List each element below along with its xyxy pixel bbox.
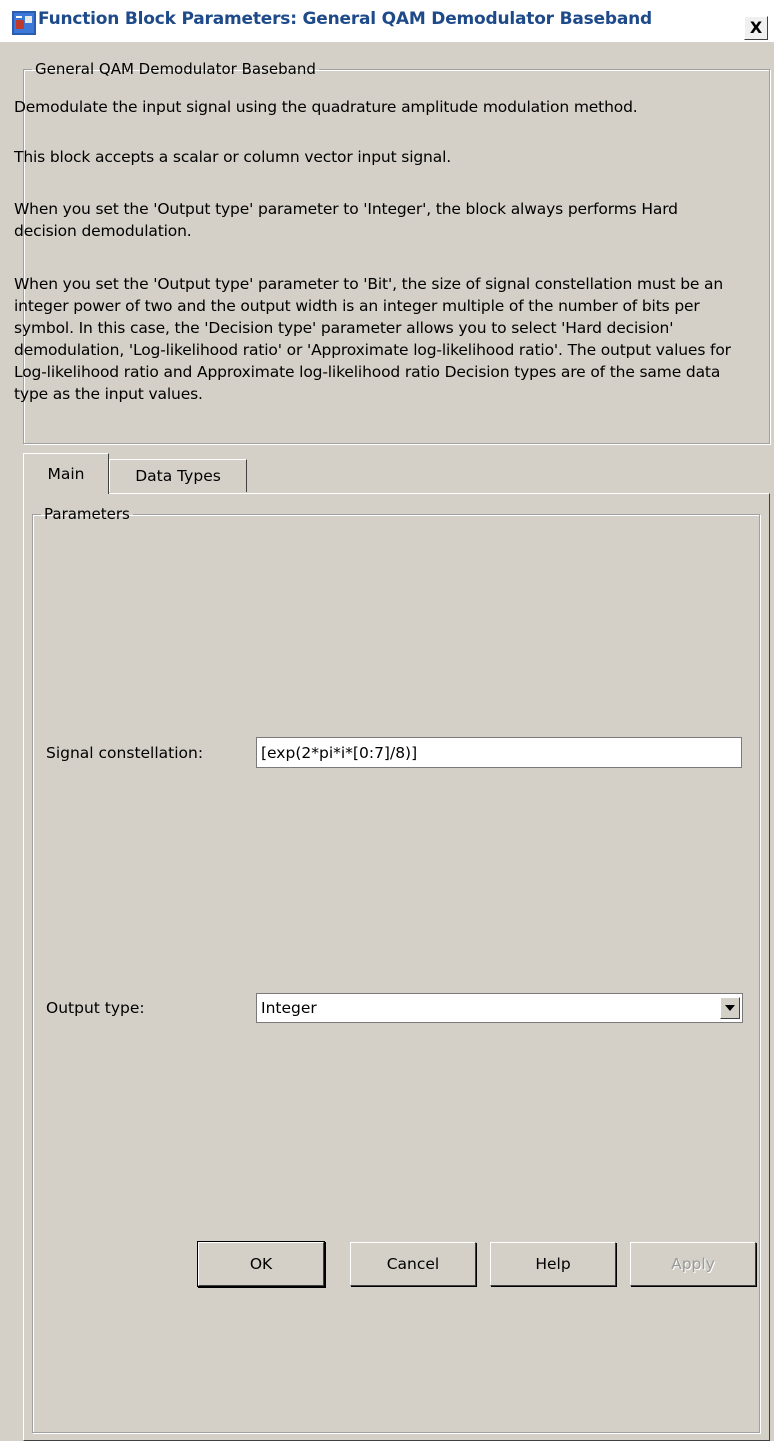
- chevron-down-icon[interactable]: [720, 997, 740, 1019]
- description-group-title: General QAM Demodulator Baseband: [35, 60, 316, 78]
- help-button[interactable]: Help: [490, 1242, 616, 1286]
- block-parameters-dialog: Function Block Parameters: General QAM D…: [0, 0, 774, 1441]
- close-button[interactable]: X: [744, 16, 768, 40]
- parameters-group: Parameters: [32, 505, 760, 1433]
- description-paragraph: Demodulate the input signal using the qu…: [14, 98, 638, 116]
- output-type-select[interactable]: Integer: [256, 993, 743, 1023]
- simulink-block-icon: [12, 11, 36, 35]
- output-type-value: Integer: [261, 999, 317, 1017]
- ok-button[interactable]: OK: [198, 1242, 324, 1286]
- tab-data-types[interactable]: Data Types: [109, 459, 247, 492]
- description-paragraph: This block accepts a scalar or column ve…: [14, 148, 452, 166]
- cancel-button[interactable]: Cancel: [350, 1242, 476, 1286]
- output-type-label: Output type:: [46, 999, 145, 1017]
- signal-constellation-input[interactable]: [exp(2*pi*i*[0:7]/8)]: [256, 737, 742, 768]
- tab-main[interactable]: Main: [23, 453, 109, 494]
- close-icon: X: [749, 18, 763, 37]
- window-title: Function Block Parameters: General QAM D…: [38, 9, 652, 29]
- apply-button[interactable]: Apply: [630, 1242, 756, 1286]
- parameters-group-title: Parameters: [44, 505, 130, 523]
- description-paragraph: When you set the 'Output type' parameter…: [14, 275, 731, 403]
- signal-constellation-label: Signal constellation:: [46, 744, 204, 762]
- title-bar[interactable]: Function Block Parameters: General QAM D…: [0, 0, 774, 42]
- description-paragraph: When you set the 'Output type' parameter…: [14, 200, 678, 240]
